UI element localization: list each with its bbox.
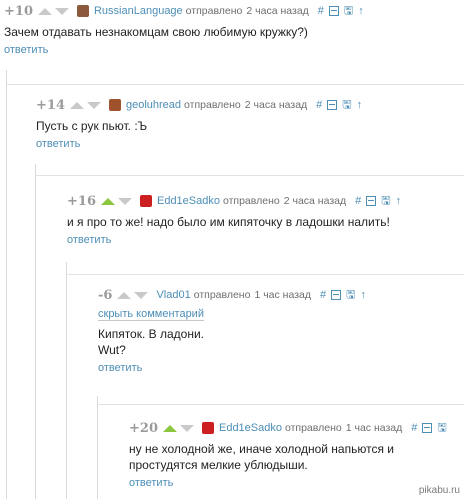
sent-label: отправлено xyxy=(185,5,243,17)
separator xyxy=(35,175,464,176)
comment-text-line: и я про то же! надо было им кипяточку в … xyxy=(67,215,390,229)
avatar[interactable] xyxy=(76,5,89,17)
downvote-icon[interactable] xyxy=(179,424,194,432)
comment-text-line: простудятся мелкие ублюдыши. xyxy=(129,458,308,472)
save-icon[interactable]: 🖫 xyxy=(344,2,353,21)
author-link[interactable]: RussianLanguage xyxy=(94,5,183,17)
hash-link-icon[interactable]: # xyxy=(318,5,324,17)
timestamp[interactable]: 1 час назад xyxy=(254,289,311,301)
hash-link-icon[interactable]: # xyxy=(355,195,361,207)
upvote-icon[interactable] xyxy=(117,291,132,299)
thread-line-level-3 xyxy=(66,262,67,499)
comment-text: Пусть с рук пьют. :Ъ xyxy=(36,118,367,134)
arrow-up-icon[interactable]: ↑ xyxy=(357,99,363,111)
separator xyxy=(6,84,464,85)
author-link[interactable]: geoluhread xyxy=(126,99,181,111)
thread-line-level-2 xyxy=(35,164,36,499)
comment-text: Зачем отдавать незнакомцам свою любимую … xyxy=(4,24,369,40)
upvote-icon[interactable] xyxy=(37,7,52,15)
avatar[interactable] xyxy=(139,195,152,207)
downvote-icon[interactable] xyxy=(134,291,149,299)
author-link[interactable]: Edd1eSadko xyxy=(157,195,220,207)
comment-rating: +20 xyxy=(129,420,158,436)
upvote-icon[interactable] xyxy=(69,101,84,109)
comment-text-line: ну не холодной же, иначе холодной напьют… xyxy=(129,442,394,456)
comment-header: +10 RussianLanguage отправлено 2 часа на… xyxy=(4,2,369,20)
comment: +10 RussianLanguage отправлено 2 часа на… xyxy=(4,2,369,58)
watermark: pikabu.ru xyxy=(418,485,460,496)
comment-rating: +16 xyxy=(67,193,96,209)
timestamp[interactable]: 1 час назад xyxy=(346,422,403,434)
timestamp[interactable]: 2 часа назад xyxy=(284,195,346,207)
thread-line-level-4 xyxy=(97,396,98,499)
reply-link[interactable]: ответить xyxy=(98,362,142,374)
save-icon[interactable]: 🖫 xyxy=(381,192,390,211)
sent-label: отправлено xyxy=(222,195,280,207)
reply-link[interactable]: ответить xyxy=(4,44,48,56)
arrow-up-icon[interactable]: ↑ xyxy=(361,289,367,301)
comment-text: ну не холодной же, иначе холодной напьют… xyxy=(129,441,452,473)
comment: +20 Edd1eSadko отправлено 1 час назад # … xyxy=(129,419,452,491)
save-icon[interactable]: 🖫 xyxy=(342,96,351,115)
arrow-up-icon[interactable]: ↑ xyxy=(358,5,364,17)
thread-line-level-1 xyxy=(6,70,7,499)
author-link[interactable]: Edd1eSadko xyxy=(219,422,282,434)
comment-header: +20 Edd1eSadko отправлено 1 час назад # … xyxy=(129,419,452,437)
save-icon[interactable]: 🖫 xyxy=(346,286,355,305)
hide-comment-link[interactable]: скрыть комментарий xyxy=(98,308,204,321)
sent-label: отправлено xyxy=(284,422,342,434)
comment-text-line: Зачем отдавать незнакомцам свою любимую … xyxy=(4,25,308,39)
reply-link[interactable]: ответить xyxy=(129,477,173,489)
hash-link-icon[interactable]: # xyxy=(316,99,322,111)
collapse-icon[interactable] xyxy=(422,423,433,433)
timestamp[interactable]: 2 часа назад xyxy=(245,99,307,111)
author-link[interactable]: Vlad01 xyxy=(156,289,190,301)
avatar[interactable] xyxy=(108,99,121,111)
reply-link[interactable]: ответить xyxy=(36,138,80,150)
sent-label: отправлено xyxy=(184,99,241,111)
comment-text-line: Wut? xyxy=(98,343,126,357)
comment-text: и я про то же! надо было им кипяточку в … xyxy=(67,214,406,230)
save-icon[interactable]: 🖫 xyxy=(437,419,446,438)
comment-header: +16 Edd1eSadko отправлено 2 часа назад #… xyxy=(67,192,406,210)
collapse-icon[interactable] xyxy=(331,290,342,300)
hash-link-icon[interactable]: # xyxy=(320,289,326,301)
comment-rating: +10 xyxy=(4,3,33,19)
sent-label: отправлено xyxy=(193,289,251,301)
reply-link[interactable]: ответить xyxy=(67,234,111,246)
timestamp[interactable]: 2 часа назад xyxy=(246,5,308,17)
comment: -6 Vlad01 отправлено 1 час назад # 🖫 ↑ с… xyxy=(98,286,371,376)
comment-text-line: Пусть с рук пьют. :Ъ xyxy=(36,119,148,133)
separator xyxy=(66,274,464,275)
comment-header: -6 Vlad01 отправлено 1 час назад # 🖫 ↑ xyxy=(98,286,371,304)
upvote-icon[interactable] xyxy=(100,197,115,205)
comment: +14 geoluhread отправлено 2 часа назад #… xyxy=(36,96,367,152)
downvote-icon[interactable] xyxy=(86,101,101,109)
comment-text: Кипяток. В ладони. Wut? xyxy=(98,326,371,358)
upvote-icon[interactable] xyxy=(162,424,177,432)
collapse-icon[interactable] xyxy=(366,196,377,206)
collapse-icon[interactable] xyxy=(327,100,338,110)
comment-header: +14 geoluhread отправлено 2 часа назад #… xyxy=(36,96,367,114)
comment: +16 Edd1eSadko отправлено 2 часа назад #… xyxy=(67,192,406,248)
comment-rating: -6 xyxy=(98,287,113,303)
hash-link-icon[interactable]: # xyxy=(411,422,417,434)
separator xyxy=(97,404,464,405)
downvote-icon[interactable] xyxy=(54,7,69,15)
avatar[interactable] xyxy=(201,422,214,434)
collapse-icon[interactable] xyxy=(328,6,339,16)
downvote-icon[interactable] xyxy=(117,197,132,205)
arrow-up-icon[interactable]: ↑ xyxy=(396,195,402,207)
comment-text-line: Кипяток. В ладони. xyxy=(98,327,204,341)
comment-rating: +14 xyxy=(36,97,65,113)
